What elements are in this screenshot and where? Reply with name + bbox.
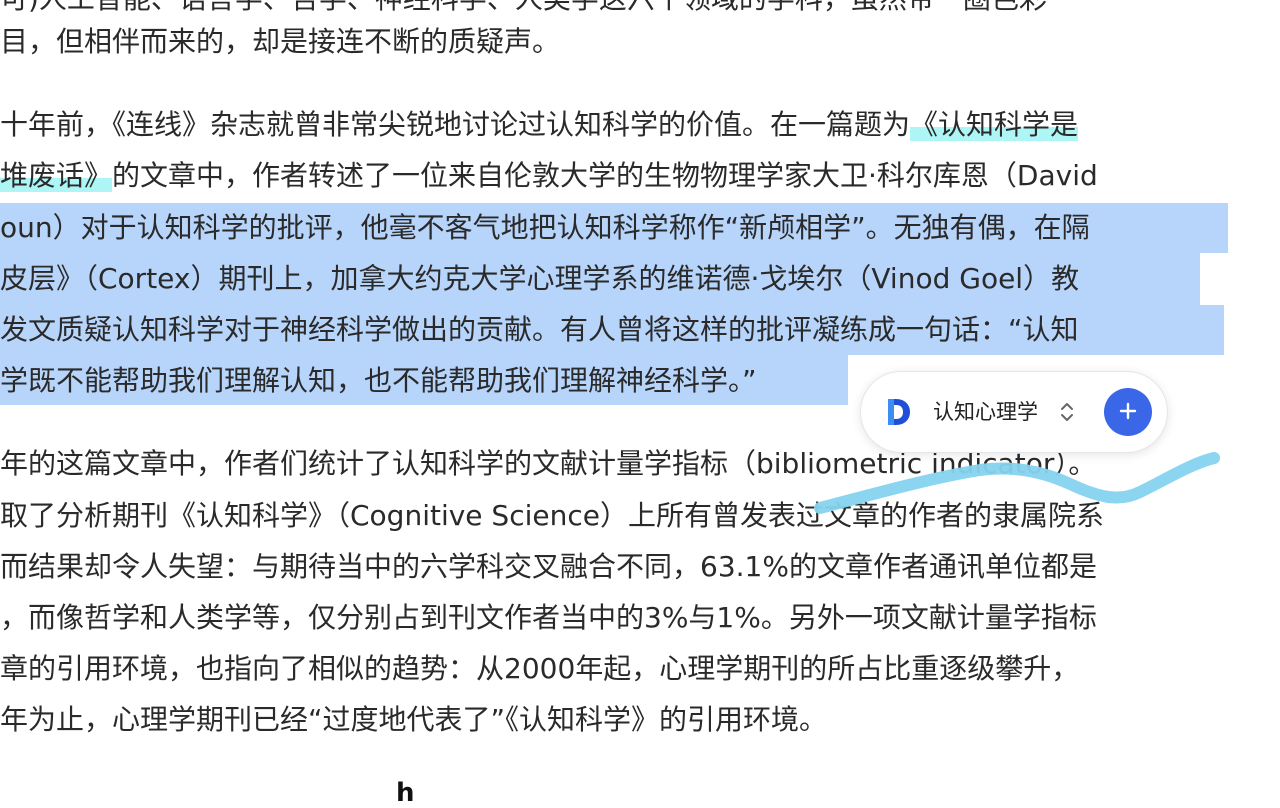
add-to-notebook-button[interactable] [1104, 388, 1152, 436]
selected-text[interactable]: 于认知科学的批评，他毫不客气地把认知科学称作“新颅相学”。无独有偶，在隔 [109, 211, 1090, 244]
body-text: 年为止，心理学期刊已经“过度地代表了”《认知科学》的引用环境。 [0, 703, 828, 736]
chevron-up-down-icon[interactable] [1057, 398, 1077, 426]
paragraph-line: 章的引用环境，也指向了相似的趋势：从2000年起，心理学期刊的所占比重逐级攀升， [0, 646, 1079, 692]
body-text: 章的引用环境，也指向了相似的趋势：从2000年起，心理学期刊的所占比重逐级攀升， [0, 652, 1080, 685]
paragraph-line: 目，但相伴而来的，却是接连不断的质疑声。 [0, 19, 560, 65]
paragraph-line: 发文质疑认知科学对于神经科学做出的贡献。有人曾将这样的批评凝练成一句话：“认知 [0, 307, 1079, 353]
plus-icon [1117, 400, 1139, 425]
paragraph-line: 皮层》（Cortex）期刊上，加拿大约克大学心理学系的维诺德·戈埃尔（Vinod… [0, 256, 1079, 302]
selected-text[interactable]: 发文质疑认知科学对于神经科学做出的贡献。有人曾将这样的批评凝练成一句话：“认知 [0, 313, 1079, 346]
paragraph-line: 年为止，心理学期刊已经“过度地代表了”《认知科学》的引用环境。 [0, 697, 827, 743]
floating-notebook-toolbar: 认知心理学 [860, 371, 1168, 453]
linked-highlight-text[interactable]: 《认知科学是 [910, 108, 1079, 141]
partial-next-glyph: h [396, 778, 415, 808]
linked-highlight-text[interactable]: 堆废话》 [0, 159, 113, 192]
body-text: ，而像哲学和人类学等，仅分别占到刊文作者当中的3%与1%。另外一项文献计量学指标 [0, 601, 1097, 634]
paragraph-line: oun）对于认知科学的批评，他毫不客气地把认知科学称作“新颅相学”。无独有偶，在… [0, 205, 1090, 251]
paragraph-line: ，而像哲学和人类学等，仅分别占到刊文作者当中的3%与1%。另外一项文献计量学指标 [0, 595, 1097, 641]
paragraph-line: 取了分析期刊《认知科学》（Cognitive Science）上所有曾发表过文章… [0, 493, 1104, 539]
paragraph-line: 学既不能帮助我们理解认知，也不能帮助我们理解神经科学。” [0, 358, 757, 404]
paragraph-line: 而结果却令人失望：与期待当中的六学科交叉融合不同，63.1%的文章作者通讯单位都… [0, 544, 1097, 590]
body-text: 的文章中，作者转述了一位来自伦敦大学的生物物理学家大卫·科尔库恩（David [112, 159, 1098, 192]
paragraph-line: 十年前，《连线》杂志就曾非常尖锐地讨论过认知科学的价值。在一篇题为《认知科学是 [0, 102, 1079, 148]
selected-text[interactable]: 学既不能帮助我们理解认知，也不能帮助我们理解神经科学。” [0, 364, 757, 397]
selected-text[interactable]: oun）对 [0, 211, 109, 244]
paragraph-line: 堆废话》的文章中，作者转述了一位来自伦敦大学的生物物理学家大卫·科尔库恩（Dav… [0, 153, 1098, 199]
notebook-selector-label[interactable]: 认知心理学 [933, 396, 1038, 428]
body-text: 可)人工智能、语言学、哲学、神经科学、人类学这六个领域的学科，虽然带一圈色彩 [0, 0, 1047, 15]
body-text: 十年前，《连线》杂志就曾非常尖锐地讨论过认知科学的价值。在一篇题为 [0, 108, 911, 141]
body-text: 而结果却令人失望：与期待当中的六学科交叉融合不同，63.1%的文章作者通讯单位都… [0, 550, 1097, 583]
selected-text[interactable]: 皮层》（Cortex）期刊上，加拿大约克大学心理学系的维诺德·戈埃尔（Vinod… [0, 262, 1079, 295]
app-logo-icon [881, 396, 913, 428]
body-text: 取了分析期刊《认知科学》（Cognitive Science）上所有曾发表过文章… [0, 499, 1104, 532]
body-text: 目，但相伴而来的，却是接连不断的质疑声。 [0, 25, 561, 58]
